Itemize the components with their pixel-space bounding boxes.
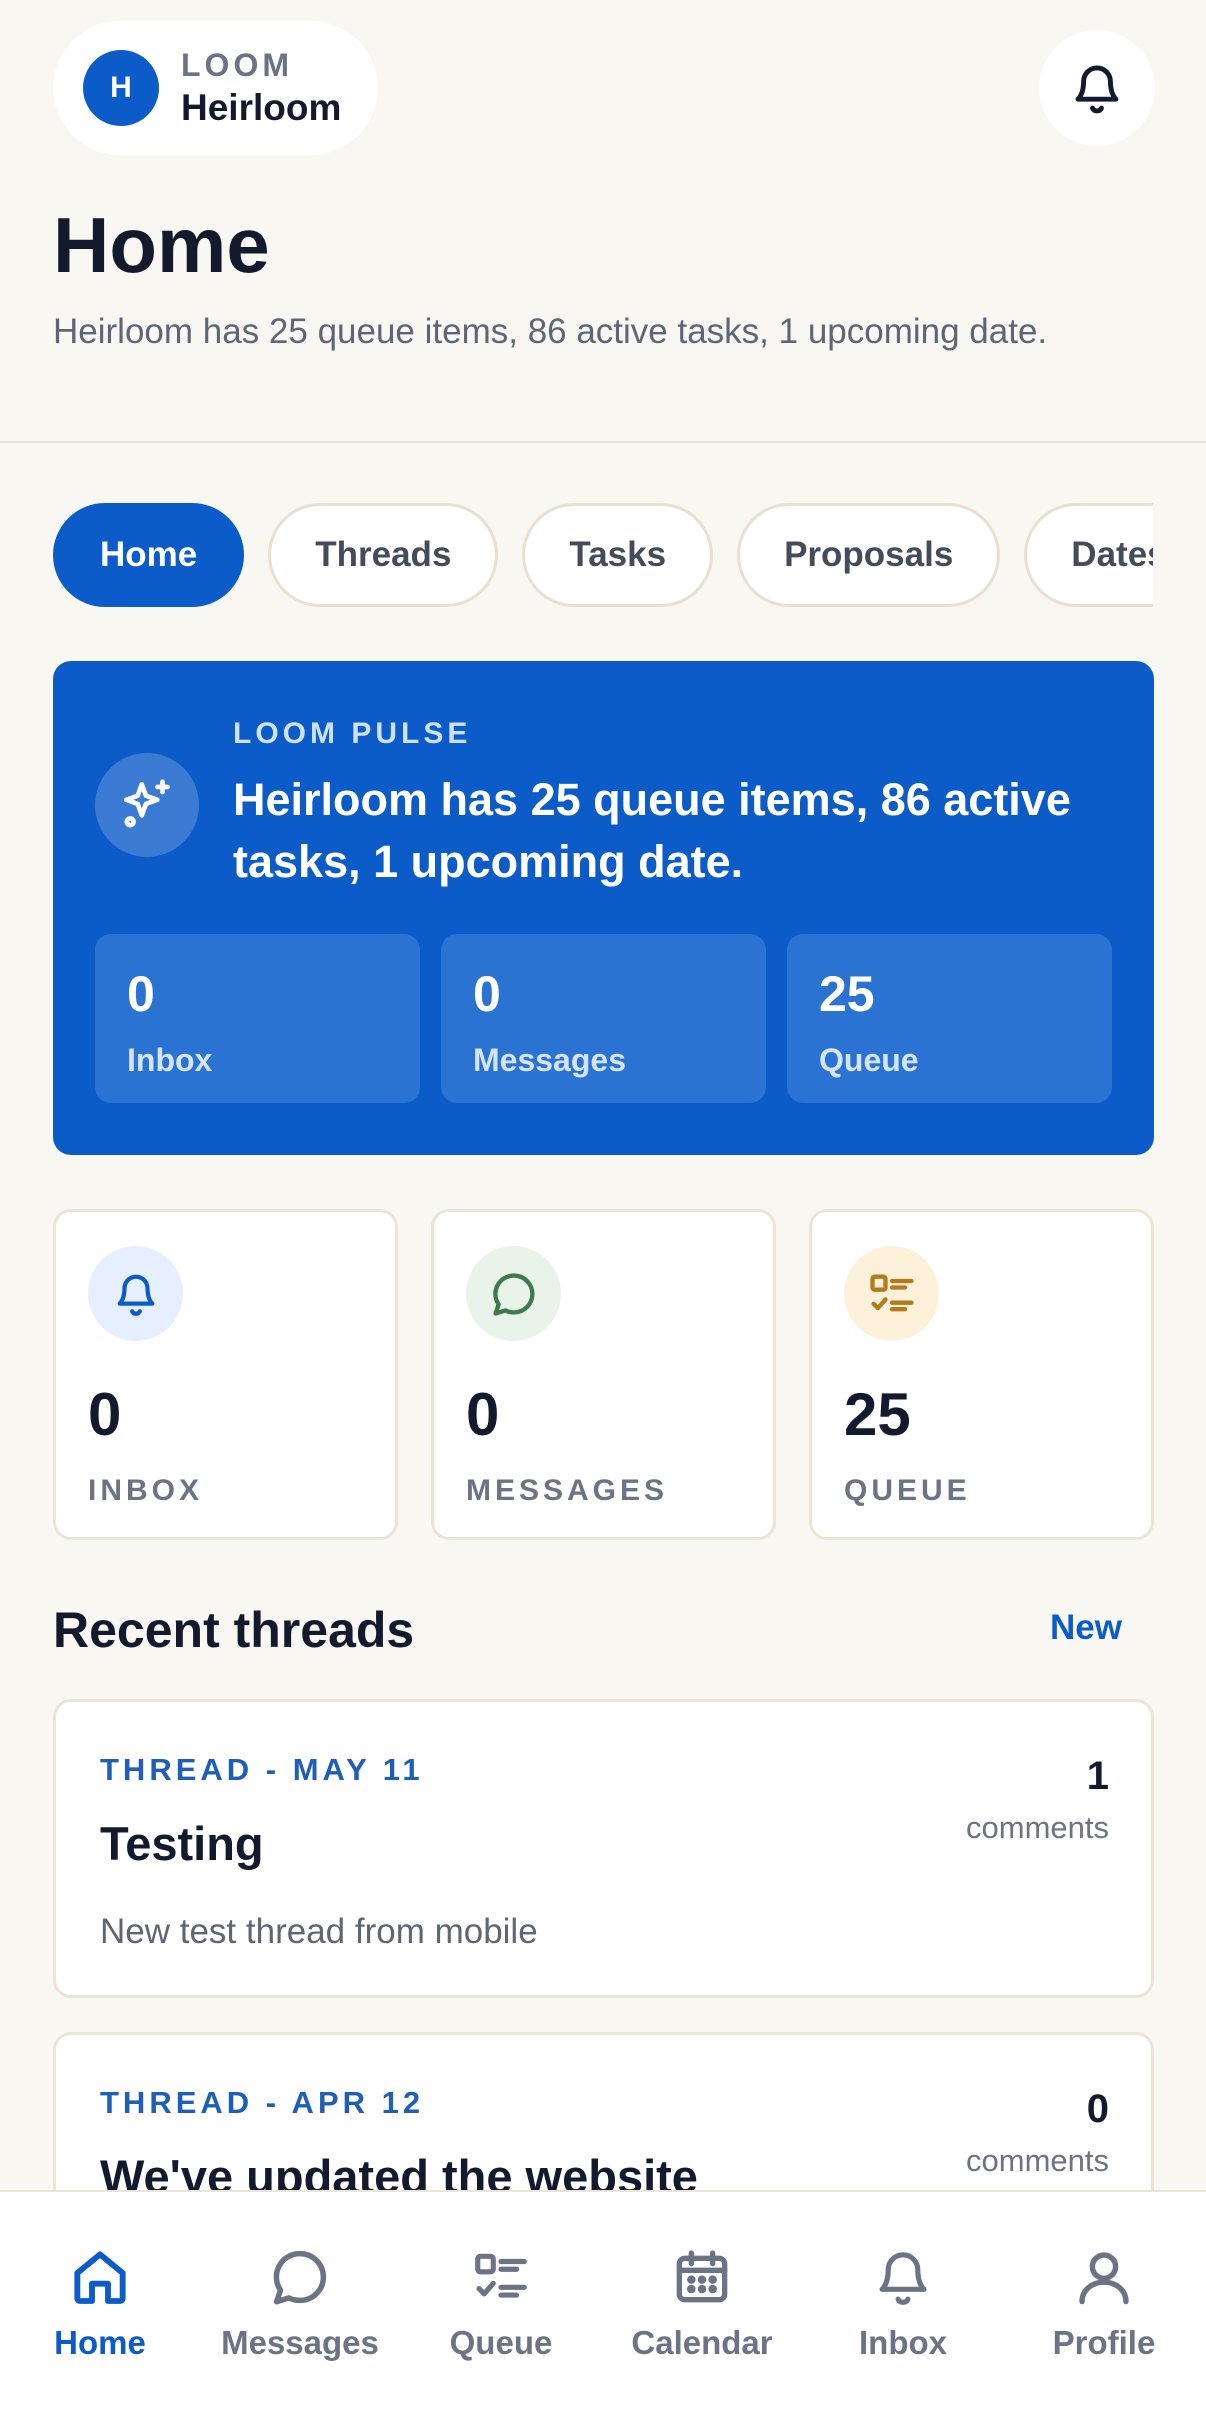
metric-card-inbox[interactable]: 0 INBOX xyxy=(53,1209,398,1540)
thread-meta: THREAD - MAY 11 xyxy=(100,1752,424,1787)
tab-bar: Home Threads Tasks Proposals Dates xyxy=(53,503,1153,609)
thread-title: Testing xyxy=(100,1817,264,1870)
bell-icon xyxy=(1075,65,1119,114)
nav-inbox[interactable]: Inbox xyxy=(803,2242,1003,2372)
pulse-stat-value: 0 xyxy=(473,966,501,1022)
header-divider xyxy=(0,441,1206,443)
nav-queue[interactable]: Queue xyxy=(401,2242,601,2372)
account-text: LOOM Heirloom xyxy=(181,45,341,131)
account-switcher[interactable]: H LOOM Heirloom xyxy=(53,21,378,155)
thread-snippet: New test thread from mobile xyxy=(100,1912,538,1951)
new-thread-link[interactable]: New xyxy=(1050,1608,1122,1648)
nav-profile[interactable]: Profile xyxy=(1004,2242,1204,2372)
metric-label: INBOX xyxy=(88,1474,204,1507)
checklist-icon xyxy=(844,1246,939,1341)
recent-threads-title: Recent threads xyxy=(53,1602,415,1658)
chat-bubble-icon xyxy=(466,1246,561,1341)
nav-label: Profile xyxy=(1052,2324,1156,2361)
thread-comment-label: comments xyxy=(966,1810,1109,1845)
checklist-icon xyxy=(466,2242,536,2312)
pulse-stat-messages[interactable]: 0 Messages xyxy=(441,934,766,1103)
account-brand: LOOM xyxy=(181,47,293,83)
metric-card-messages[interactable]: 0 MESSAGES xyxy=(431,1209,776,1540)
nav-label: Home xyxy=(54,2324,146,2361)
tab-tasks[interactable]: Tasks xyxy=(522,503,714,607)
metric-label: MESSAGES xyxy=(466,1474,669,1507)
pulse-stat-value: 25 xyxy=(819,966,875,1022)
home-icon xyxy=(65,2242,135,2312)
nav-home[interactable]: Home xyxy=(0,2242,200,2372)
pulse-eyebrow: LOOM PULSE xyxy=(233,717,472,750)
metric-label: QUEUE xyxy=(844,1474,971,1507)
chat-bubble-icon xyxy=(265,2242,335,2312)
pulse-stat-queue[interactable]: 25 Queue xyxy=(787,934,1112,1103)
pulse-stat-inbox[interactable]: 0 Inbox xyxy=(95,934,420,1103)
nav-label: Queue xyxy=(449,2324,553,2361)
pulse-stat-label: Messages xyxy=(473,1042,626,1078)
avatar: H xyxy=(83,50,159,126)
tab-home[interactable]: Home xyxy=(53,503,245,607)
nav-label: Calendar xyxy=(631,2324,773,2361)
person-icon xyxy=(1069,2242,1139,2312)
account-name: Heirloom xyxy=(181,87,342,128)
metric-card-queue[interactable]: 25 QUEUE xyxy=(809,1209,1154,1540)
top-bar: H LOOM Heirloom xyxy=(0,0,1206,170)
notifications-button[interactable] xyxy=(1039,30,1155,146)
page-subtitle: Heirloom has 25 queue items, 86 active t… xyxy=(53,312,1048,351)
thread-meta: THREAD - APR 12 xyxy=(100,2085,425,2120)
pulse-stat-value: 0 xyxy=(127,966,155,1022)
bell-icon xyxy=(868,2242,938,2312)
loom-pulse-card: LOOM PULSE Heirloom has 25 queue items, … xyxy=(53,661,1154,1155)
thread-comment-label: comments xyxy=(966,2143,1109,2178)
metric-value: 25 xyxy=(844,1381,911,1448)
nav-calendar[interactable]: Calendar xyxy=(602,2242,802,2372)
tab-proposals[interactable]: Proposals xyxy=(737,503,1001,607)
pulse-headline: Heirloom has 25 queue items, 86 active t… xyxy=(233,774,1071,887)
thread-card[interactable]: THREAD - MAY 11 Testing New test thread … xyxy=(53,1699,1154,1998)
sparkles-icon xyxy=(95,753,199,857)
tab-threads[interactable]: Threads xyxy=(268,503,499,607)
pulse-stat-label: Inbox xyxy=(127,1042,213,1078)
pulse-stat-label: Queue xyxy=(819,1042,919,1078)
thread-comment-count: 0 xyxy=(1086,2087,1109,2131)
tab-dates[interactable]: Dates xyxy=(1024,503,1153,607)
metric-value: 0 xyxy=(88,1381,122,1448)
thread-comment-count: 1 xyxy=(1086,1754,1109,1798)
page-title: Home xyxy=(53,201,270,289)
nav-messages[interactable]: Messages xyxy=(200,2242,400,2372)
metric-value: 0 xyxy=(466,1381,500,1448)
bottom-nav: Home Messages Queue Calendar Inbox Profi… xyxy=(0,2190,1206,2436)
nav-label: Inbox xyxy=(859,2324,947,2361)
nav-label: Messages xyxy=(221,2324,379,2361)
calendar-icon xyxy=(667,2242,737,2312)
bell-icon xyxy=(88,1246,183,1341)
